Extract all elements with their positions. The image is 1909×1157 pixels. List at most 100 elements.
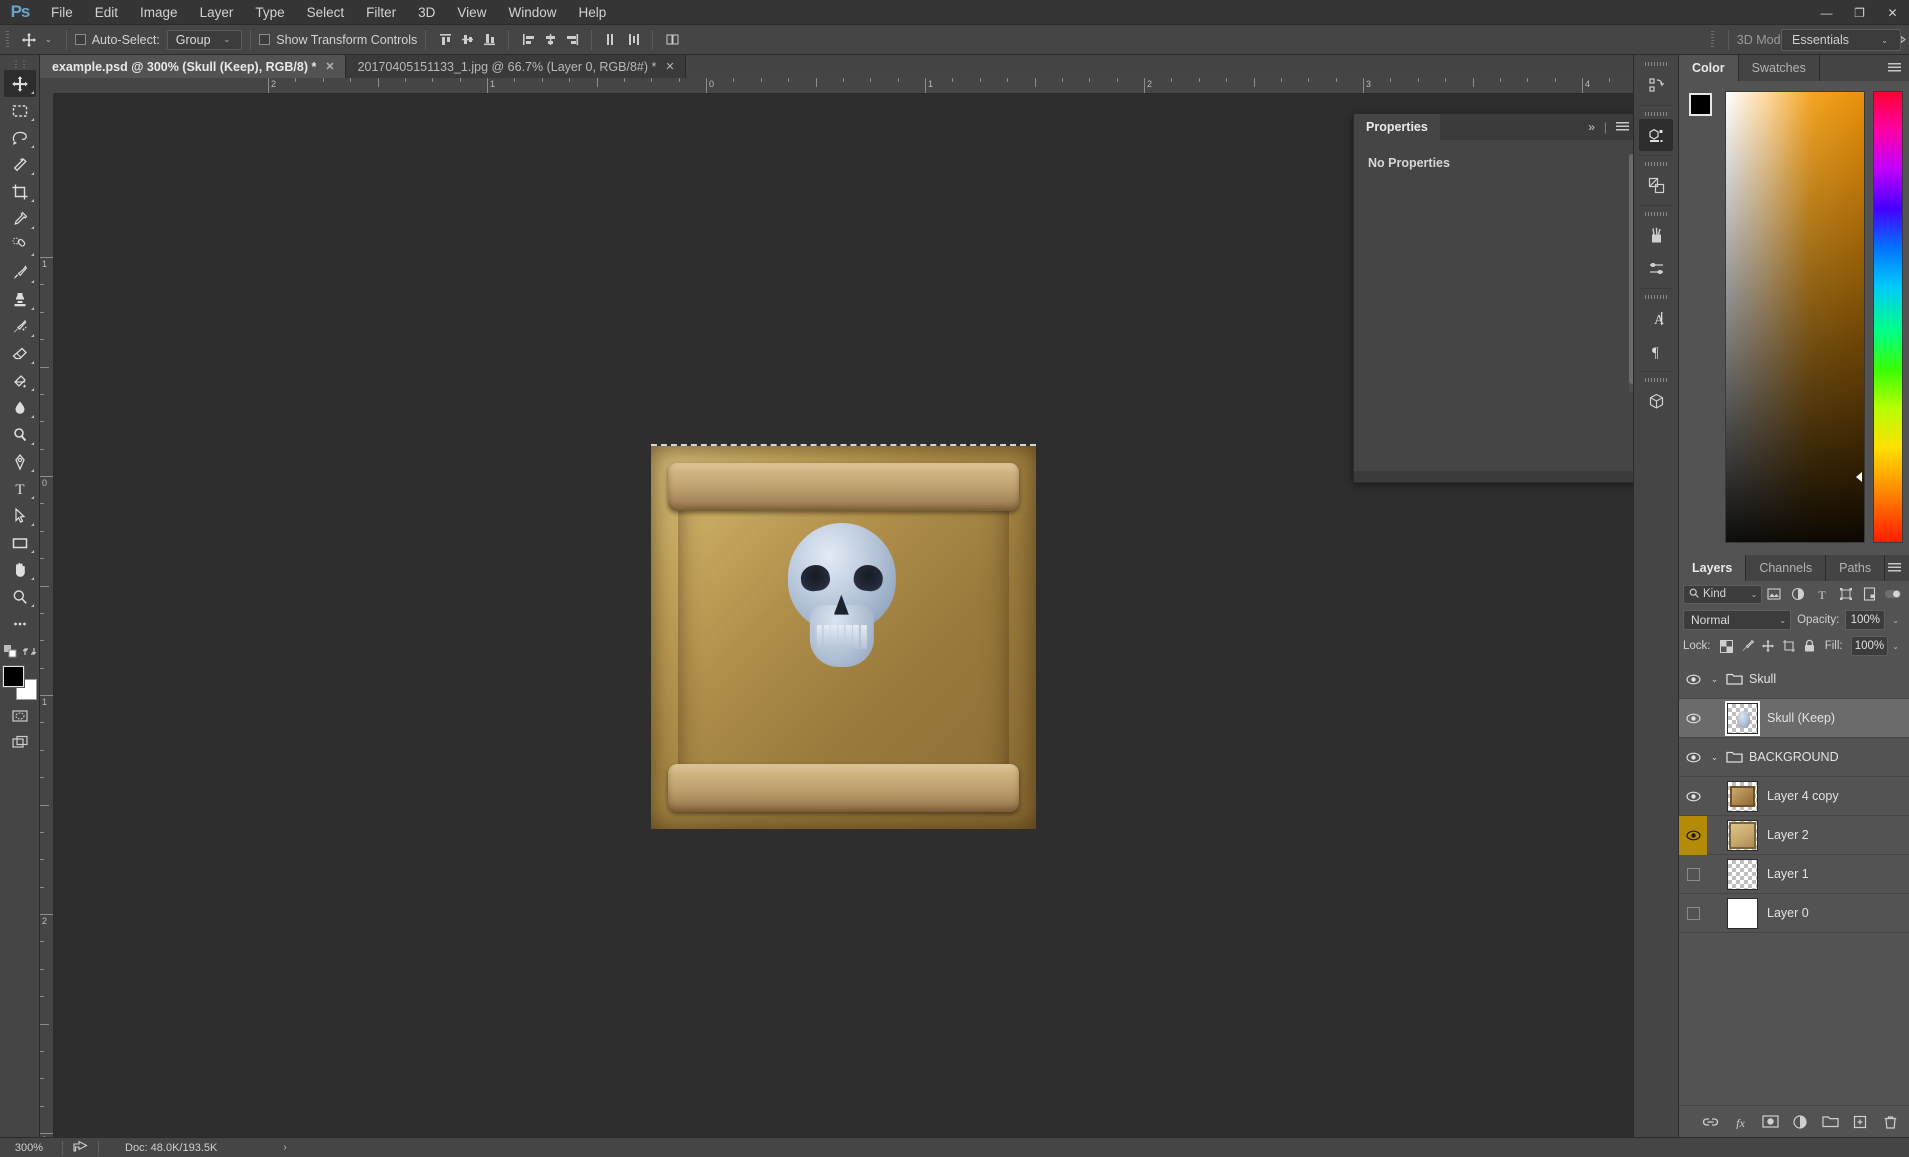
group-expand-chevron-icon[interactable]: ⌄ [1707, 752, 1722, 763]
layer-visibility-toggle[interactable] [1679, 777, 1707, 816]
show-transform-controls-checkbox[interactable]: Show Transform Controls [259, 33, 417, 47]
layer-visibility-toggle[interactable] [1679, 699, 1707, 738]
swap-colors-icon[interactable] [22, 644, 37, 662]
layer-name[interactable]: Layer 1 [1767, 867, 1809, 881]
blur-tool[interactable] [4, 394, 36, 421]
opacity-value[interactable]: 100% [1845, 610, 1886, 630]
document-tab-example-psd[interactable]: example.psd @ 300% (Skull (Keep), RGB/8)… [40, 55, 346, 78]
menu-window[interactable]: Window [497, 0, 567, 25]
color-swatches[interactable] [1, 665, 37, 700]
rectangular-marquee-tool[interactable] [4, 97, 36, 124]
align-bottom-edges-icon[interactable] [478, 29, 500, 51]
share-icon[interactable] [73, 1140, 88, 1156]
layer-visibility-toggle[interactable] [1679, 855, 1707, 894]
hue-spectrum-strip[interactable] [1873, 91, 1903, 543]
table-row[interactable]: Layer 1 [1679, 855, 1909, 894]
status-expand-icon[interactable]: › [283, 1142, 286, 1153]
layer-style-icon[interactable]: fx [1731, 1113, 1749, 1131]
layer-thumbnail[interactable] [1727, 858, 1758, 890]
rail-grip[interactable] [1634, 109, 1678, 119]
auto-select-scope-dropdown[interactable]: Group ⌄ [166, 29, 243, 50]
table-row[interactable]: Layer 2 [1679, 815, 1909, 855]
rail-grip[interactable] [1634, 59, 1678, 69]
menu-help[interactable]: Help [567, 0, 617, 25]
path-selection-tool[interactable] [4, 502, 36, 529]
distribute-vertical-icon[interactable] [600, 29, 622, 51]
tab-layers[interactable]: Layers [1679, 555, 1747, 581]
menu-type[interactable]: Type [244, 0, 295, 25]
menu-layer[interactable]: Layer [189, 0, 245, 25]
new-layer-icon[interactable] [1851, 1113, 1869, 1131]
table-row[interactable]: Layer 4 copy [1679, 777, 1909, 816]
current-tool-icon-move[interactable] [14, 29, 44, 51]
layer-thumbnail[interactable] [1727, 819, 1758, 851]
panel-menu-icon[interactable] [1888, 63, 1901, 73]
brush-tool[interactable] [4, 259, 36, 286]
tab-paths[interactable]: Paths [1826, 555, 1886, 581]
dodge-tool[interactable] [4, 421, 36, 448]
quick-mask-mode-icon[interactable] [4, 702, 36, 729]
layer-name[interactable]: Layer 2 [1767, 828, 1809, 842]
panel-menu-icon[interactable] [1888, 563, 1901, 573]
tab-properties[interactable]: Properties [1354, 114, 1440, 140]
options-bar-grip[interactable] [0, 25, 14, 55]
shape-layers-filter-icon[interactable] [1834, 583, 1858, 605]
lock-transparent-pixels-icon[interactable] [1718, 636, 1736, 656]
move-tool[interactable] [3, 70, 36, 97]
layer-filter-kind-dropdown[interactable]: Kind ⌄ [1683, 584, 1763, 604]
restore-button[interactable]: ❐ [1843, 0, 1876, 25]
align-left-edges-icon[interactable] [517, 29, 539, 51]
lock-all-icon[interactable] [1801, 636, 1819, 656]
pen-tool[interactable] [4, 448, 36, 475]
color-ramp[interactable] [1725, 91, 1865, 543]
adjustments-panel-icon[interactable] [1639, 169, 1673, 201]
distribute-horizontal-icon[interactable] [622, 29, 644, 51]
fill-value[interactable]: 100% [1850, 636, 1889, 656]
screen-mode-icon[interactable] [4, 729, 36, 756]
horizontal-type-tool[interactable]: T [4, 475, 36, 502]
rail-grip[interactable] [1634, 292, 1678, 302]
zoom-level[interactable]: 300% [0, 1142, 58, 1154]
history-brush-tool[interactable] [4, 313, 36, 340]
layer-name[interactable]: Skull (Keep) [1767, 711, 1835, 725]
layer-visibility-toggle[interactable] [1679, 738, 1707, 777]
filter-toggle-icon[interactable] [1881, 583, 1905, 605]
layer-name[interactable]: Layer 4 copy [1767, 789, 1839, 803]
skull-in-parchment-frame-artwork[interactable] [651, 444, 1036, 829]
rail-grip[interactable] [1634, 209, 1678, 219]
default-colors-icon[interactable] [3, 644, 18, 662]
auto-align-layers-icon[interactable] [661, 29, 683, 51]
table-row[interactable]: ⌄ BACKGROUND [1679, 738, 1909, 777]
menu-3d[interactable]: 3D [407, 0, 446, 25]
layer-thumbnail[interactable] [1727, 780, 1758, 812]
menu-select[interactable]: Select [296, 0, 356, 25]
toolbar-grip[interactable]: ⋮⋮ [0, 58, 39, 70]
crop-tool[interactable] [4, 178, 36, 205]
align-right-edges-icon[interactable] [561, 29, 583, 51]
hand-tool[interactable] [4, 556, 36, 583]
fill-chevron-icon[interactable]: ⌄ [1891, 642, 1905, 651]
history-panel-icon[interactable] [1639, 69, 1673, 101]
collapse-panel-icon[interactable]: » [1588, 120, 1595, 134]
layer-list[interactable]: ⌄ Skull Skull (Keep) ⌄ BACKGROUND Layer … [1679, 660, 1909, 1105]
menu-filter[interactable]: Filter [355, 0, 407, 25]
paragraph-panel-icon[interactable]: ¶ [1639, 335, 1673, 367]
layer-thumbnail[interactable] [1727, 897, 1758, 929]
rectangle-tool[interactable] [4, 529, 36, 556]
tab-swatches[interactable]: Swatches [1739, 55, 1820, 81]
lock-position-icon[interactable] [1759, 636, 1777, 656]
menu-edit[interactable]: Edit [84, 0, 129, 25]
magic-wand-tool[interactable] [4, 151, 36, 178]
layer-visibility-toggle[interactable] [1679, 815, 1707, 855]
tab-channels[interactable]: Channels [1746, 555, 1827, 581]
auto-select-box-icon[interactable] [74, 34, 86, 45]
properties-panel-icon[interactable] [1639, 119, 1673, 151]
link-layers-icon[interactable] [1701, 1113, 1719, 1131]
layer-name[interactable]: BACKGROUND [1749, 750, 1839, 764]
menu-image[interactable]: Image [129, 0, 189, 25]
brush-settings-panel-icon[interactable] [1639, 252, 1673, 284]
delete-layer-icon[interactable] [1881, 1113, 1899, 1131]
table-row[interactable]: Skull (Keep) [1679, 699, 1909, 738]
layer-thumbnail[interactable] [1725, 700, 1760, 736]
vertical-ruler[interactable]: 10123 [40, 94, 54, 1137]
